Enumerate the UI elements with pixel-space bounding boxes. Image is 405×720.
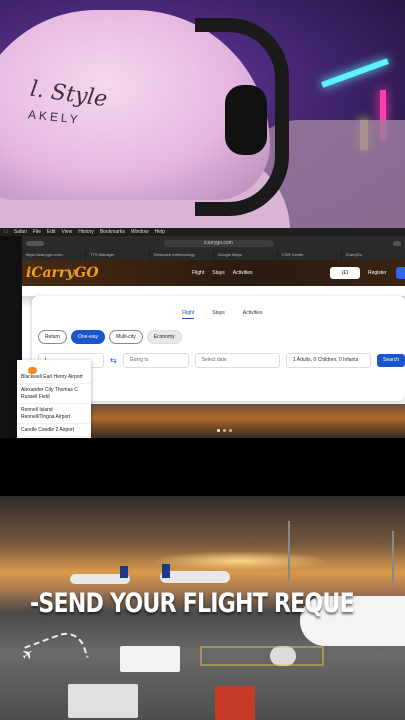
menu-item[interactable]: View [62, 229, 73, 235]
trip-type-group: Return One-way Multi-city Economy [38, 330, 182, 344]
share-button[interactable] [393, 240, 401, 246]
carousel-dot[interactable] [223, 429, 226, 432]
site-nav: Flight Stays Activities [192, 270, 252, 276]
browser-toolbar: icarrygo.com [22, 236, 405, 250]
site-logo[interactable]: iCarryGO [26, 265, 99, 281]
cursor-badge [28, 367, 37, 374]
currency-select[interactable]: (£) [330, 267, 360, 279]
nav-activities[interactable]: Activities [233, 270, 253, 276]
plane-tail [120, 566, 128, 578]
search-fields: L ⇆ Going to Select date 1 Adults, 0 Chi… [38, 353, 405, 368]
browser-tab[interactable]: iCarryGo [342, 250, 405, 260]
trip-oneway-button[interactable]: One-way [71, 330, 106, 344]
swap-icon[interactable]: ⇆ [110, 356, 117, 365]
tarmac-markings [200, 646, 324, 666]
browser-tab[interactable]: https://icarrygo.com/... [22, 250, 85, 260]
cap-text: l. Style [28, 76, 109, 113]
parked-plane [160, 571, 230, 583]
register-link[interactable]: Register [368, 270, 387, 276]
ground-vehicle [68, 684, 138, 718]
suggestion-item[interactable]: Candle Candle 2 Airport [17, 424, 91, 437]
nav-flight[interactable]: Flight [192, 270, 204, 276]
menu-item[interactable]: Bookmarks [100, 229, 125, 235]
browser-tabs: https://icarrygo.com/... TTS Manager Res… [22, 250, 405, 260]
cap-text: AKELY [27, 107, 82, 127]
to-input[interactable]: Going to [122, 353, 189, 368]
mac-menubar:  Safari File Edit View History Bookmark… [0, 228, 405, 236]
tab-flight[interactable]: Flight [182, 310, 195, 319]
cabin-select[interactable]: Economy [146, 330, 182, 344]
trip-multicity-button[interactable]: Multi-city [109, 330, 143, 344]
browser-tab[interactable]: TTS Manager [86, 250, 149, 260]
sunset-glow [150, 551, 330, 571]
airport-promo: -SEND YOUR FLIGHT REQUE ✈ [0, 496, 405, 720]
browser-tab[interactable]: Google Maps [214, 250, 277, 260]
site-header: iCarryGO Flight Stays Activities (£) Reg… [22, 260, 405, 286]
carousel-dot[interactable] [229, 429, 232, 432]
menu-item[interactable]: Safari [14, 229, 27, 235]
plane-tail [162, 564, 170, 578]
light-pole [392, 531, 394, 586]
carousel-dot[interactable] [217, 429, 220, 432]
suggestion-item[interactable]: Rennell Island Rennell/Tingoa Airport [17, 404, 91, 424]
ground-vehicle [120, 646, 180, 672]
address-bar[interactable]: icarrygo.com [163, 239, 274, 247]
browser-tab[interactable]: Research methodology [150, 250, 213, 260]
menu-item[interactable]: File [33, 229, 41, 235]
sidebar-toggle-button[interactable] [26, 240, 44, 246]
webcam-video: l. Style AKELY [0, 0, 405, 228]
black-gap [0, 438, 405, 496]
travellers-select[interactable]: 1 Adults, 0 Children, 0 Infants [285, 353, 372, 368]
headset-earcup [225, 85, 267, 155]
tab-stays[interactable]: Stays [212, 310, 225, 319]
service-tabs: Flight Stays Activities [182, 310, 262, 319]
menu-item[interactable]: Window [131, 229, 149, 235]
menu-item[interactable]: Help [155, 229, 165, 235]
led-strip [321, 58, 389, 88]
menu-item[interactable]: Edit [47, 229, 56, 235]
date-input[interactable]: Select date [194, 353, 280, 368]
ground-vehicle [215, 686, 255, 720]
apple-icon[interactable]:  [4, 229, 8, 235]
login-button[interactable] [396, 267, 405, 279]
carousel-dots [217, 429, 232, 432]
menu-item[interactable]: History [78, 229, 94, 235]
light-pole [288, 521, 290, 581]
promo-headline: -SEND YOUR FLIGHT REQUE [30, 588, 355, 619]
search-button[interactable]: Search [377, 354, 405, 367]
screen-recording:  Safari File Edit View History Bookmark… [0, 228, 405, 438]
tab-activities[interactable]: Activities [243, 310, 263, 319]
nav-stays[interactable]: Stays [212, 270, 225, 276]
trip-return-button[interactable]: Return [38, 330, 68, 344]
browser-tab[interactable]: CSR Center [278, 250, 341, 260]
suggestion-item[interactable]: Alexander City Thomas C Russell Field [17, 384, 91, 404]
